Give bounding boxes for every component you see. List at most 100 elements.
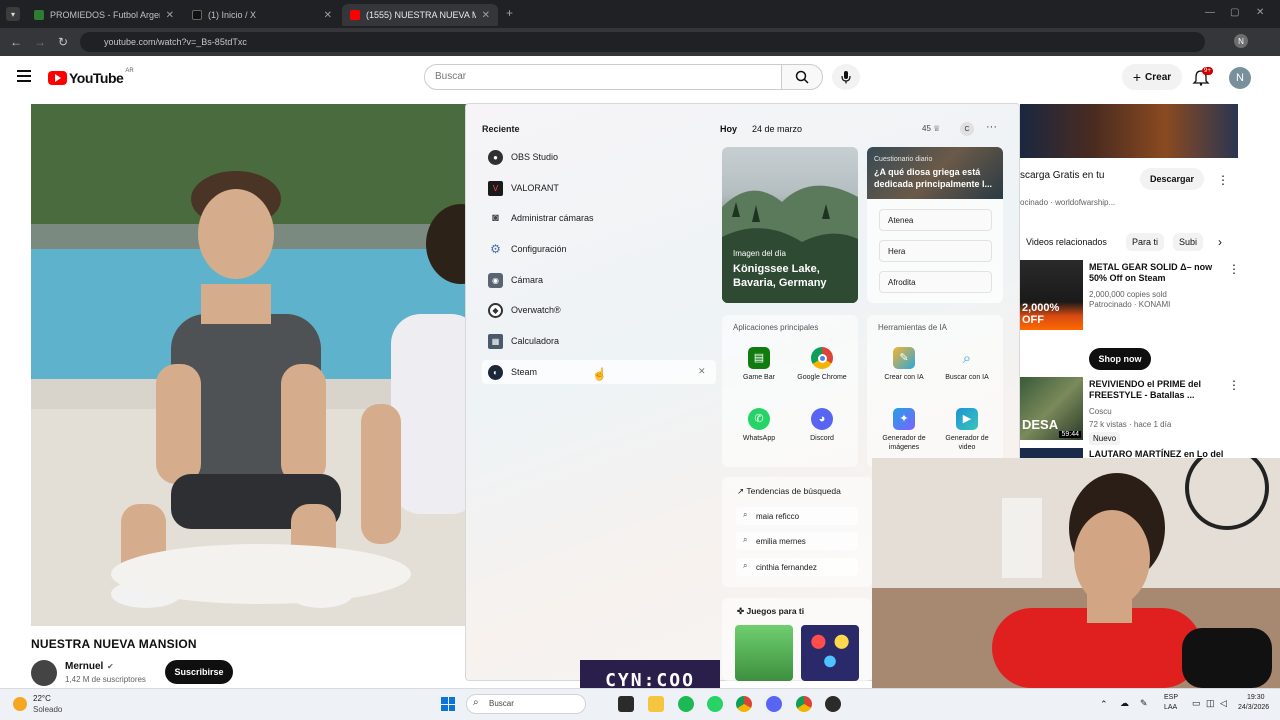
trend-item[interactable]: ⌕ cinthia fernandez — [736, 558, 858, 576]
close-tab-icon[interactable]: ✕ — [166, 10, 174, 21]
menu-icon[interactable] — [17, 70, 31, 82]
sun-weather-icon[interactable] — [13, 697, 27, 711]
more-options-icon[interactable]: ··· — [986, 121, 997, 133]
tray-display-icon[interactable]: ▭ — [1192, 698, 1201, 709]
recommendation-channel[interactable]: Coscu — [1089, 407, 1112, 416]
more-options-icon[interactable]: ⋮ — [1228, 262, 1240, 276]
youtube-logo[interactable]: YouTube AR — [48, 68, 134, 86]
tool-search-with-ai[interactable]: ⌕ Buscar con IA — [939, 347, 995, 382]
taskbar-search-placeholder[interactable]: Buscar — [489, 699, 514, 708]
recommendation-thumbnail-freestyle[interactable]: DESA 59:44 — [1020, 377, 1083, 440]
tray-language-line2[interactable]: LAA — [1164, 704, 1177, 711]
tray-network-icon[interactable]: ◫ — [1206, 698, 1215, 709]
recent-item-obs[interactable]: ● OBS Studio — [482, 145, 716, 169]
url-text[interactable]: youtube.com/watch?v=_Bs-85tdTxc — [104, 37, 247, 47]
more-options-icon[interactable]: ⋮ — [1217, 173, 1229, 187]
tab-x[interactable]: (1) Inicio / X ✕ — [184, 4, 340, 26]
recent-item-settings[interactable]: ⚙ Configuración — [482, 237, 716, 261]
channel-name[interactable]: Mernuel — [65, 661, 103, 672]
tray-chevron-up-icon[interactable]: ⌃ — [1100, 699, 1108, 710]
image-of-day-place[interactable]: Königssee Lake, Bavaria, Germany — [733, 262, 853, 290]
game-tile-bubble-shooter[interactable] — [801, 625, 859, 681]
channel-avatar[interactable] — [31, 660, 57, 686]
recent-item-camera[interactable]: ◉ Cámara — [482, 268, 716, 292]
reload-icon[interactable]: ↻ — [58, 35, 68, 49]
trend-item[interactable]: ⌕ maia reficco — [736, 507, 858, 525]
tray-time[interactable]: 19:30 — [1247, 694, 1265, 701]
chip-related[interactable]: Videos relacionados — [1020, 233, 1113, 251]
tool-image-generator[interactable]: ✦ Generador de imágenes — [876, 408, 932, 452]
quiz-option[interactable]: Afrodita — [879, 271, 992, 293]
voice-search-button[interactable] — [832, 64, 860, 90]
taskbar-spotify-icon[interactable] — [678, 696, 694, 712]
chevron-right-icon[interactable]: › — [1218, 235, 1222, 249]
taskbar-temperature[interactable]: 22°C — [33, 694, 51, 703]
tray-language-line1[interactable]: ESP — [1164, 694, 1178, 701]
tray-pen-icon[interactable]: ✎ — [1140, 698, 1148, 709]
quiz-option[interactable]: Atenea — [879, 209, 992, 231]
taskbar-app-terminal-icon[interactable] — [618, 696, 634, 712]
ad-download-button[interactable]: Descargar — [1140, 168, 1204, 190]
taskbar-search-box[interactable] — [466, 694, 586, 714]
close-tab-icon[interactable]: ✕ — [324, 10, 332, 21]
copilot-badge[interactable]: C — [960, 122, 974, 136]
trend-item[interactable]: ⌕ emilia mernes — [736, 532, 858, 550]
tab-promiedos[interactable]: PROMIEDOS - Futbol Argentino ✕ — [26, 4, 182, 26]
windows-start-icon[interactable] — [441, 697, 455, 711]
subscribe-button[interactable]: Suscribirse — [165, 660, 233, 684]
tray-date[interactable]: 24/3/2026 — [1238, 704, 1269, 711]
taskbar-whatsapp-icon[interactable] — [707, 696, 723, 712]
ad-headline[interactable]: scarga Gratis en tu — [1020, 170, 1104, 181]
minimize-icon[interactable]: — — [1205, 7, 1215, 18]
tool-video-generator[interactable]: ▶ Generador de video — [939, 408, 995, 452]
forward-icon[interactable]: → — [34, 35, 46, 49]
webcam-overlay — [872, 458, 1280, 688]
more-options-icon[interactable]: ⋮ — [1228, 378, 1240, 392]
search-input[interactable] — [435, 71, 765, 82]
account-avatar[interactable]: N — [1229, 67, 1251, 89]
tool-create-with-ai[interactable]: ✎ Crear con IA — [876, 347, 932, 382]
app-whatsapp[interactable]: ✆ WhatsApp — [731, 408, 787, 443]
chip-for-you[interactable]: Para ti — [1126, 233, 1165, 251]
quiz-question[interactable]: ¿A qué diosa griega está dedicada princi… — [874, 166, 998, 190]
recommendation-title[interactable]: METAL GEAR SOLID Δ– now 50% Off on Steam — [1089, 262, 1229, 284]
back-icon[interactable]: ← — [10, 35, 22, 49]
game-tile-1[interactable] — [735, 625, 793, 681]
recent-item-calculator[interactable]: ▦ Calculadora — [482, 329, 716, 353]
tab-search-button[interactable]: ▾ — [6, 7, 20, 21]
recent-item-overwatch[interactable]: ◆ Overwatch® — [482, 298, 716, 322]
video-player[interactable] — [31, 104, 471, 626]
close-tab-icon[interactable]: ✕ — [482, 10, 490, 21]
taskbar-chrome-profile-icon[interactable] — [796, 696, 812, 712]
search-button[interactable] — [781, 64, 823, 90]
address-bar[interactable] — [80, 32, 1205, 52]
search-box[interactable] — [424, 64, 782, 90]
app-discord[interactable]: ◕ Discord — [794, 408, 850, 443]
browser-profile-avatar[interactable]: N — [1234, 34, 1248, 48]
tab-youtube-active[interactable]: (1555) NUESTRA NUEVA MANSION ✕ — [342, 4, 498, 26]
app-game-bar[interactable]: ▤ Game Bar — [731, 347, 787, 382]
recommendation-thumbnail-mgs[interactable]: 2,000% OFF — [1020, 260, 1083, 330]
quiz-option[interactable]: Hera — [879, 240, 992, 262]
taskbar-chrome-icon[interactable] — [736, 696, 752, 712]
image-generator-icon: ✦ — [893, 408, 915, 430]
taskbar-file-explorer-icon[interactable] — [648, 696, 664, 712]
remove-recent-icon[interactable]: ✕ — [698, 366, 706, 377]
tray-cloud-icon[interactable]: ☁ — [1120, 698, 1129, 709]
subscriber-count: 1,42 M de suscriptores — [65, 675, 146, 684]
recommendation-title[interactable]: REVIVIENDO el PRIME del FREESTYLE - Bata… — [1089, 379, 1229, 401]
taskbar-discord-icon[interactable] — [766, 696, 782, 712]
new-tab-icon[interactable]: + — [506, 6, 513, 20]
create-button[interactable]: + Crear — [1122, 64, 1182, 90]
shop-now-button[interactable]: Shop now — [1089, 348, 1151, 370]
close-window-icon[interactable]: ✕ — [1256, 7, 1264, 18]
recent-item-valorant[interactable]: V VALORANT — [482, 176, 716, 200]
tray-volume-icon[interactable]: ◁ — [1220, 698, 1227, 709]
weather-mini[interactable]: 45 ♕ — [922, 124, 940, 133]
recent-item-camera-settings[interactable]: ◙ Administrar cámaras — [482, 206, 716, 230]
chip-uploaded[interactable]: Subi — [1173, 233, 1204, 251]
ad-banner-image[interactable] — [1020, 104, 1238, 158]
app-google-chrome[interactable]: Google Chrome — [794, 347, 850, 382]
maximize-icon[interactable]: ▢ — [1230, 7, 1239, 18]
taskbar-obs-icon[interactable] — [825, 696, 841, 712]
